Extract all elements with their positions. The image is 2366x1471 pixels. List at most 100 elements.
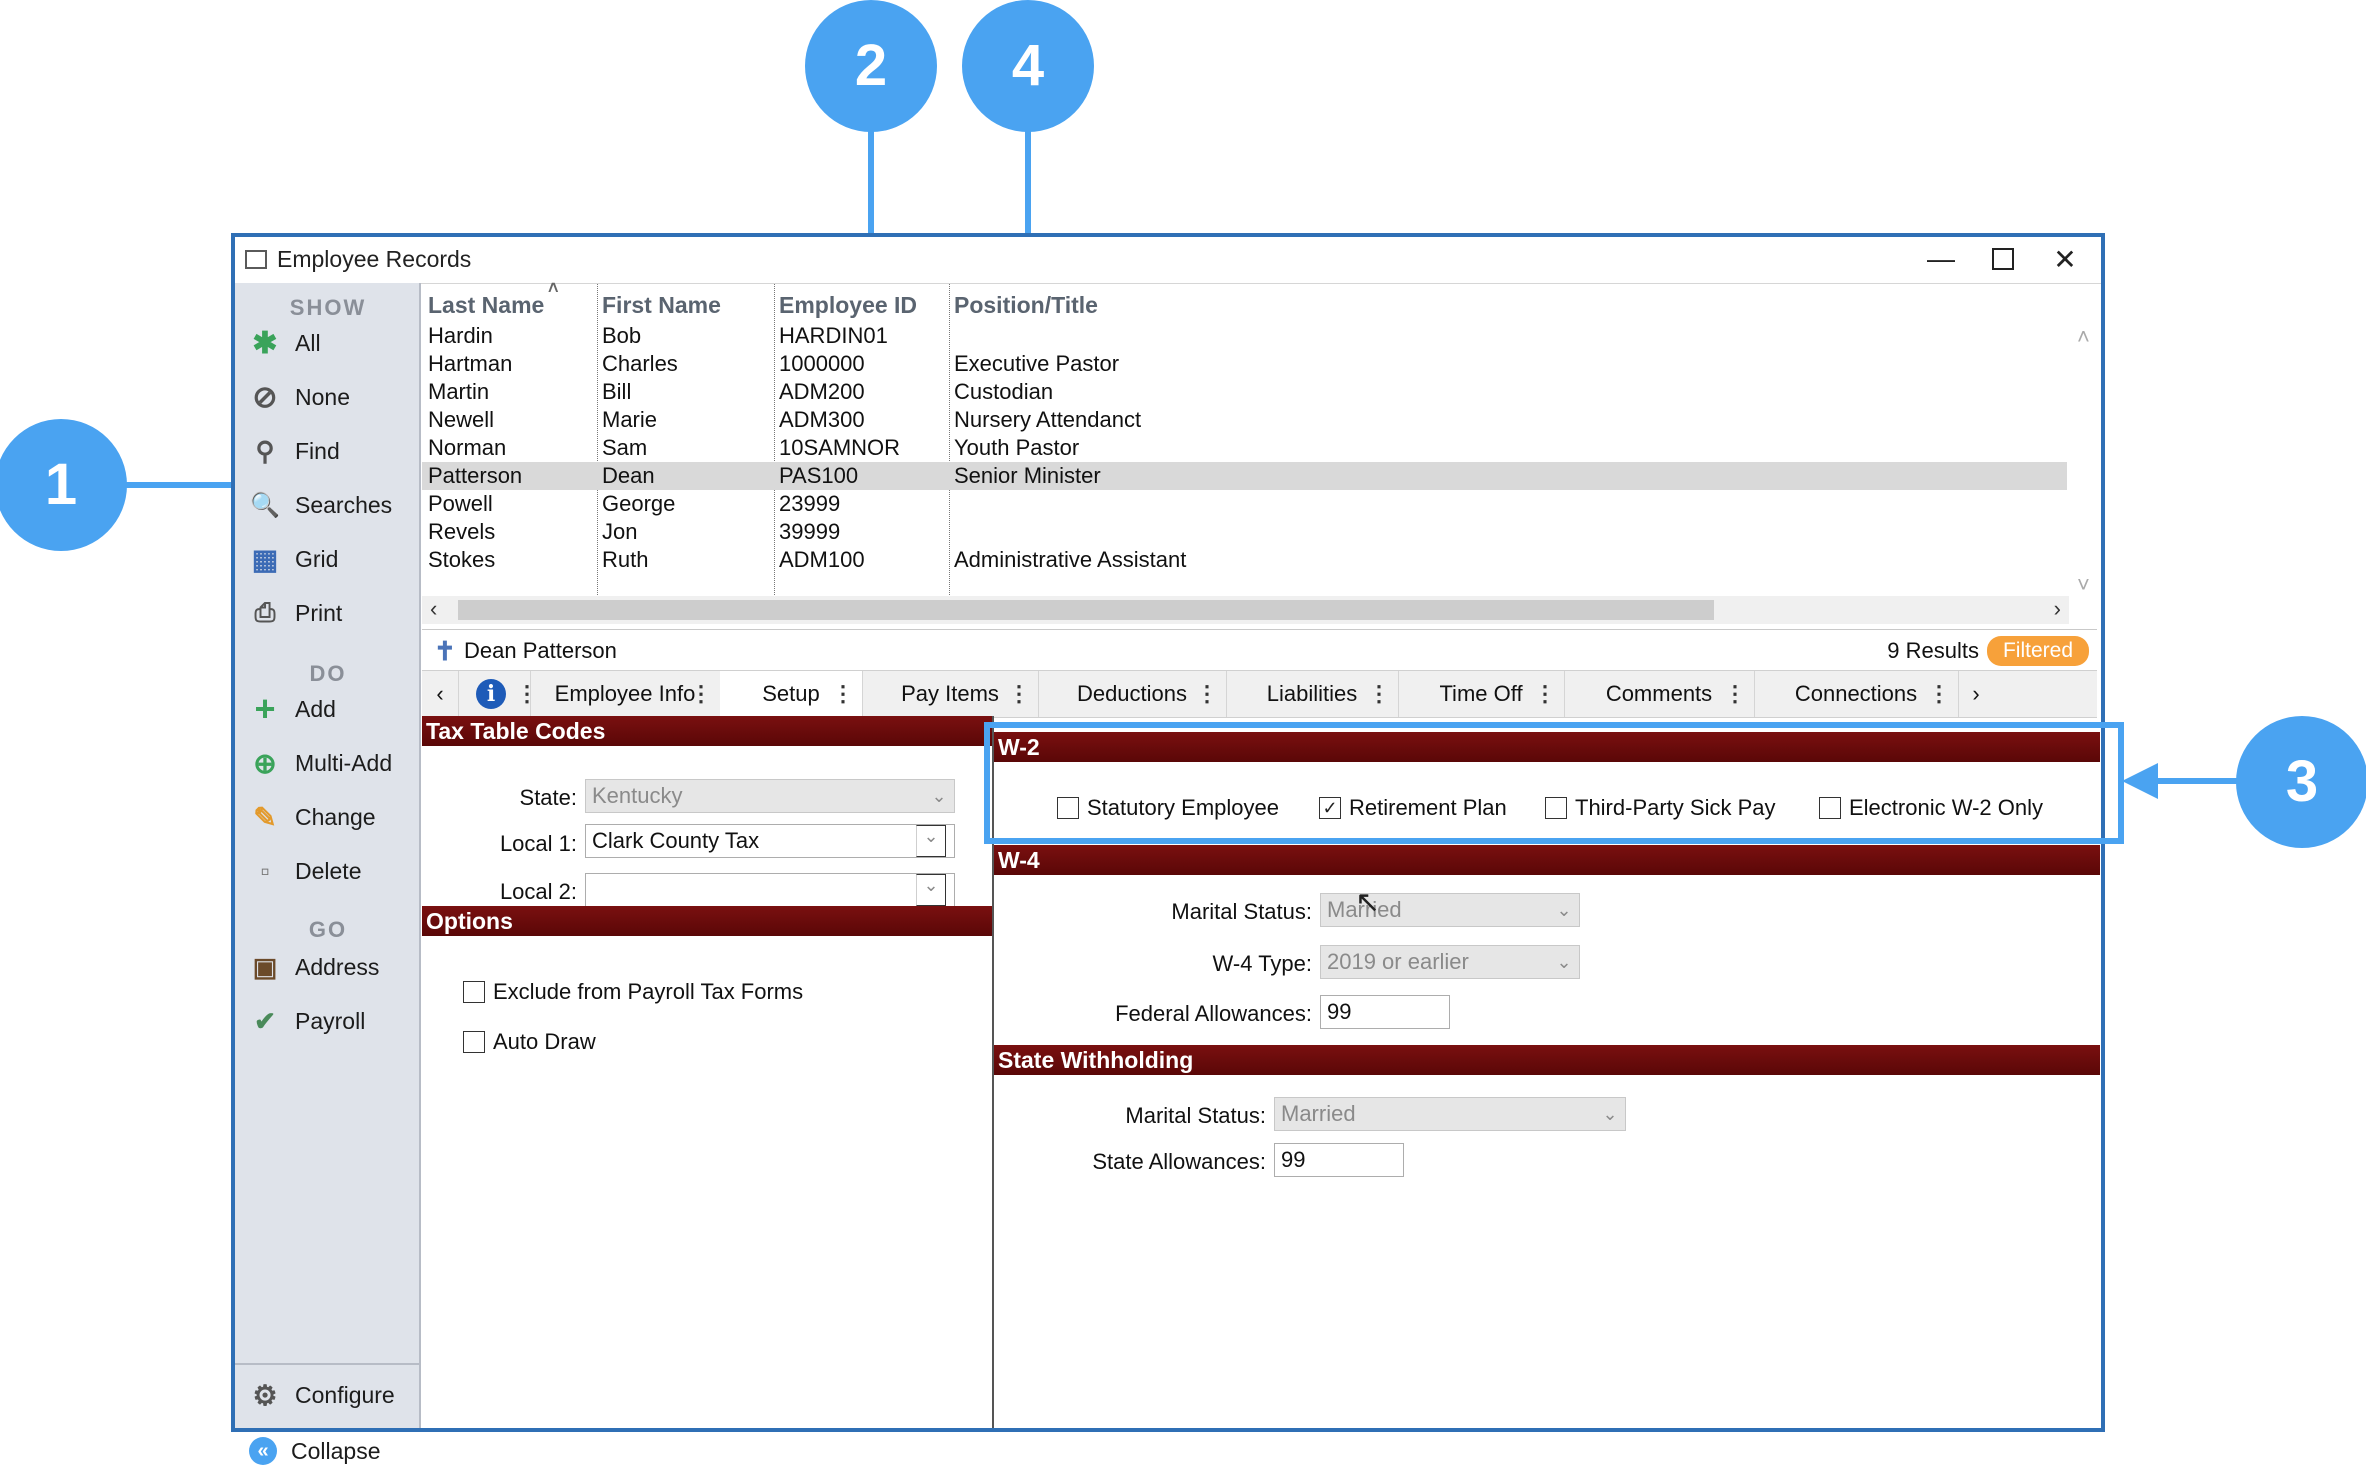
state-allowances-label: State Allowances: xyxy=(1092,1149,1266,1174)
horizontal-scrollbar[interactable]: ‹ › xyxy=(422,596,2069,624)
tab-comments[interactable]: Comments ⋮ xyxy=(1564,671,1755,717)
cell-first-name: Charles xyxy=(602,351,678,376)
cell-employee-id: 23999 xyxy=(779,491,841,516)
plus-icon: + xyxy=(254,688,276,729)
tab-menu-icon[interactable]: ⋮ xyxy=(1008,681,1030,707)
scroll-right-icon[interactable]: › xyxy=(2054,596,2061,622)
nav-grid[interactable]: ▦ Grid xyxy=(249,539,339,579)
col-last-name[interactable]: Last Name xyxy=(428,292,544,319)
scroll-up-icon[interactable]: ˄ xyxy=(2077,324,2090,350)
filtered-badge[interactable]: Filtered xyxy=(1986,636,2089,666)
go-header: GO xyxy=(308,917,348,942)
auto-draw-checkbox[interactable]: Auto Draw xyxy=(463,1029,596,1055)
tab-menu-icon[interactable]: ⋮ xyxy=(690,681,712,707)
state-allowances-input[interactable]: 99 xyxy=(1274,1143,1404,1177)
nav-multi-add[interactable]: ⊕ Multi-Add xyxy=(249,743,392,783)
table-row[interactable]: Stokes Ruth ADM100 Administrative Assistant xyxy=(422,546,2067,574)
grid-header: Last Name ˄ First Name Employee ID Posit… xyxy=(422,278,2097,322)
nav-print[interactable]: ⎙ Print xyxy=(249,593,343,633)
state-select[interactable]: Kentucky ⌄ xyxy=(585,779,955,813)
local1-select[interactable]: Clark County Tax ⌄ xyxy=(585,824,955,858)
cell-last-name: Hartman xyxy=(428,351,513,376)
cell-employee-id: ADM300 xyxy=(779,407,865,432)
tab-liabilities[interactable]: Liabilities ⋮ xyxy=(1226,671,1399,717)
col-position-title[interactable]: Position/Title xyxy=(954,292,1098,319)
table-row[interactable]: Powell George 23999 xyxy=(422,490,2067,518)
window-icon xyxy=(245,250,267,269)
table-row[interactable]: Martin Bill ADM200 Custodian xyxy=(422,378,2067,406)
nav-change[interactable]: ✎ Change xyxy=(249,797,375,837)
cell-last-name: Norman xyxy=(428,435,507,460)
scroll-left-icon[interactable]: ‹ xyxy=(430,596,437,622)
cell-employee-id: PAS100 xyxy=(779,463,859,488)
sidebar: SHOW ✱ All ⊘ None ⚲ Find 🔍 Searches ▦ Grid ⎙ P… xyxy=(235,283,421,1465)
table-row[interactable]: Patterson Dean PAS100 Senior Minister xyxy=(422,462,2067,490)
cell-last-name: Stokes xyxy=(428,547,496,572)
status-bar: ✝ Dean Patterson 9 Results Filtered xyxy=(422,630,2097,670)
local2-label: Local 2: xyxy=(499,879,577,904)
chevron-down-icon: ⌄ xyxy=(1556,900,1572,920)
tab-setup[interactable]: Setup ⋮ xyxy=(720,671,863,717)
checkbox-box[interactable] xyxy=(463,981,485,1003)
tab-menu-icon[interactable]: ⋮ xyxy=(1534,681,1556,707)
tab-menu-icon[interactable]: ⋮ xyxy=(1368,681,1390,707)
nav-collapse[interactable]: «Collapse xyxy=(249,1431,381,1471)
close-button[interactable]: ✕ xyxy=(2035,237,2095,281)
tab-deductions[interactable]: Deductions ⋮ xyxy=(1038,671,1227,717)
tab-scroll-right[interactable]: › xyxy=(1958,671,1994,717)
cell-position-title: Senior Minister xyxy=(954,463,1101,488)
state-marital-select[interactable]: Married ⌄ xyxy=(1274,1097,1626,1131)
table-row[interactable]: Newell Marie ADM300 Nursery Attendanct xyxy=(422,406,2067,434)
tab-menu-icon[interactable]: ⋮ xyxy=(1928,681,1950,707)
maximize-button[interactable] xyxy=(1973,237,2033,281)
table-row[interactable]: Revels Jon 39999 xyxy=(422,518,2067,546)
asterisk-icon: ✱ xyxy=(252,326,278,360)
tab-connections[interactable]: Connections ⋮ xyxy=(1754,671,1959,717)
state-withholding-header: State Withholding xyxy=(994,1045,2100,1075)
federal-allowances-label: Federal Allowances: xyxy=(1115,1001,1312,1026)
local2-select[interactable]: ⌄ xyxy=(585,873,955,907)
nav-add[interactable]: + Add xyxy=(249,688,335,729)
tab-pay-items[interactable]: Pay Items ⋮ xyxy=(862,671,1039,717)
w4-header: W-4 xyxy=(994,845,2100,875)
federal-allowances-input[interactable]: 99 xyxy=(1320,995,1450,1029)
minimize-button[interactable]: — xyxy=(1911,237,1971,281)
table-row[interactable]: Hardin Bob HARDIN01 xyxy=(422,322,2067,350)
col-employee-id[interactable]: Employee ID xyxy=(779,292,917,319)
tab-time-off[interactable]: Time Off ⋮ xyxy=(1398,671,1565,717)
tab-menu-icon[interactable]: ⋮ xyxy=(1724,681,1746,707)
cell-first-name: Bill xyxy=(602,379,632,404)
w4-type-select[interactable]: 2019 or earlier ⌄ xyxy=(1320,945,1580,979)
title-bar: Employee Records — ✕ xyxy=(235,237,2101,284)
w4-type-label: W-4 Type: xyxy=(1212,951,1312,976)
do-header: DO xyxy=(309,661,347,686)
tab-menu-icon[interactable]: ⋮ xyxy=(1196,681,1218,707)
chevron-down-icon: ⌄ xyxy=(916,874,946,906)
nav-searches[interactable]: 🔍 Searches xyxy=(249,485,392,525)
nav-find[interactable]: ⚲ Find xyxy=(249,431,339,471)
table-row[interactable]: Norman Sam 10SAMNOR Youth Pastor xyxy=(422,434,2067,462)
nav-all[interactable]: ✱ All xyxy=(249,323,320,363)
nav-configure[interactable]: ⚙ Configure xyxy=(249,1375,394,1415)
show-header: SHOW xyxy=(289,295,367,320)
cell-position-title: Youth Pastor xyxy=(954,435,1080,460)
cell-last-name: Hardin xyxy=(428,323,493,348)
cell-first-name: Dean xyxy=(602,463,655,488)
checkbox-box[interactable] xyxy=(463,1031,485,1053)
vertical-scrollbar[interactable]: ˄ ˅ xyxy=(2071,322,2097,602)
table-row[interactable]: Hartman Charles 1000000 Executive Pastor xyxy=(422,350,2067,378)
exclude-payroll-tax-checkbox[interactable]: Exclude from Payroll Tax Forms xyxy=(463,979,803,1005)
tab-menu-icon[interactable]: ⋮ xyxy=(832,681,854,707)
scroll-down-icon[interactable]: ˅ xyxy=(2077,572,2090,598)
tab-employee-info[interactable]: Employee Info ⋮ xyxy=(530,671,721,717)
nav-payroll[interactable]: ✔ Payroll xyxy=(249,1001,365,1041)
nav-delete[interactable]: ▫ Delete xyxy=(249,851,361,891)
nav-address[interactable]: ▣ Address xyxy=(249,947,380,987)
nav-none[interactable]: ⊘ None xyxy=(249,377,350,417)
cell-first-name: Bob xyxy=(602,323,642,348)
options-header: Options xyxy=(422,906,992,936)
scroll-thumb[interactable] xyxy=(458,600,1714,620)
col-first-name[interactable]: First Name xyxy=(602,292,721,319)
tab-scroll-left[interactable]: ‹ xyxy=(422,671,459,717)
tab-info[interactable]: i ⋮ xyxy=(458,671,538,717)
